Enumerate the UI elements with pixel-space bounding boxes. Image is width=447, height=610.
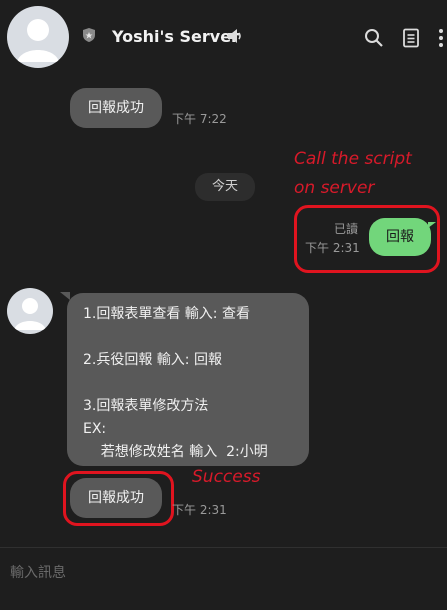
annotation-call-line1: Call the script — [294, 149, 412, 169]
message-time: 下午 2:31 — [305, 241, 360, 255]
message-input[interactable]: 輸入訊息 — [10, 562, 66, 582]
menu-line: 3.回報表單修改方法 — [83, 398, 209, 414]
message-time: 下午 7:22 — [172, 112, 227, 126]
sent-message-bubble[interactable]: 回報 — [369, 218, 431, 256]
bubble-tail — [428, 222, 436, 228]
speaker-icon[interactable] — [226, 28, 244, 48]
sender-avatar[interactable] — [7, 288, 53, 334]
bubble-tail — [60, 292, 70, 300]
annotation-call-line2: on server — [294, 178, 375, 198]
menu-line — [83, 326, 268, 349]
menu-message-bubble[interactable]: 1.回報表單查看 輸入: 查看 2.兵役回報 輸入: 回報 3.回報表單修改方法… — [67, 293, 309, 466]
read-receipt: 已讀 — [334, 222, 359, 236]
message-bubble[interactable]: 回報成功 — [70, 88, 162, 128]
menu-line: 2.兵役回報 輸入: 回報 — [83, 352, 222, 368]
chat-title: Yoshi's Server — [112, 27, 239, 46]
input-divider — [0, 547, 447, 548]
menu-line: 若想修改姓名 輸入 2:小明 — [83, 444, 268, 460]
menu-line: EX: — [83, 421, 107, 437]
more-vert-icon[interactable] — [438, 28, 444, 52]
date-divider: 今天 — [195, 173, 255, 201]
notes-icon[interactable] — [402, 28, 420, 52]
annotation-success: Success — [192, 467, 261, 487]
message-time: 下午 2:31 — [172, 503, 227, 517]
shield-icon — [82, 27, 96, 47]
menu-line: 1.回報表單查看 輸入: 查看 — [83, 306, 250, 322]
chat-avatar[interactable] — [7, 6, 69, 68]
menu-line — [83, 372, 268, 395]
message-bubble[interactable]: 回報成功 — [70, 478, 162, 518]
search-icon[interactable] — [364, 28, 384, 52]
